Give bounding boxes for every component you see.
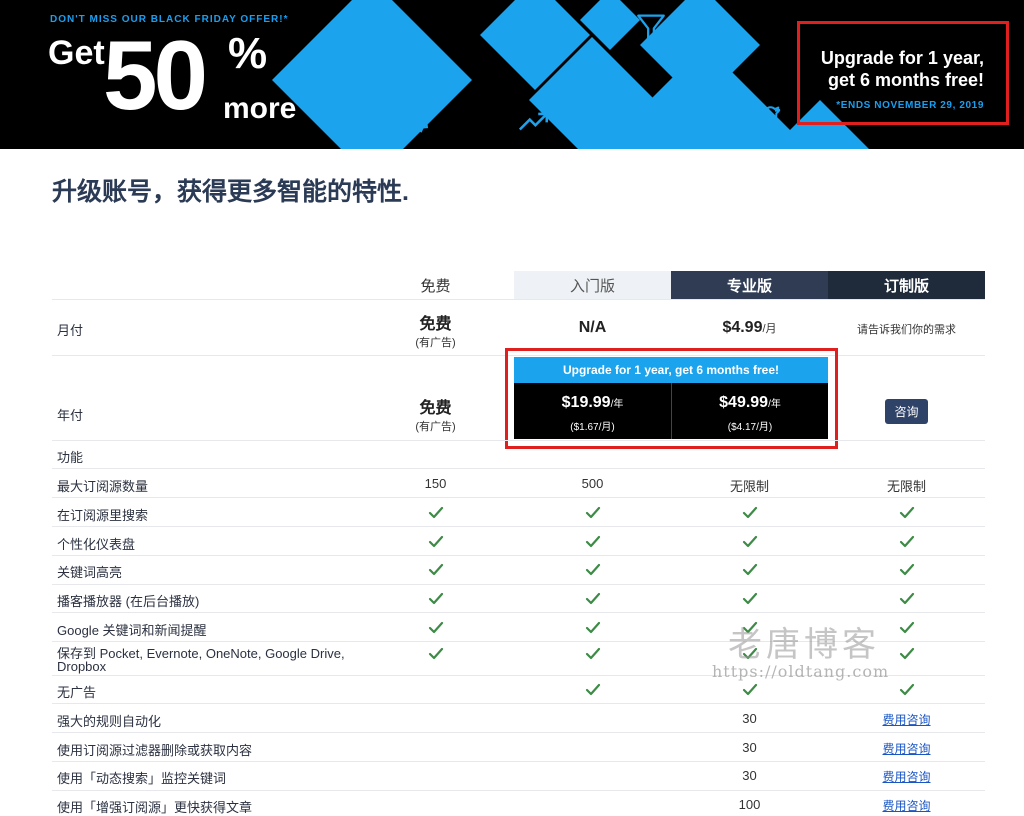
check-icon: [357, 592, 514, 606]
check-icon: [671, 506, 828, 520]
plan-header-custom: 订制版: [828, 271, 985, 299]
check-icon: [514, 563, 671, 577]
consult-button[interactable]: 咨询: [885, 399, 928, 424]
row-divider: [52, 497, 985, 498]
feature-label: 使用订阅源过滤器删除或获取内容: [57, 743, 253, 758]
feature-label: 个性化仪表盘: [57, 537, 136, 552]
row-divider: [52, 732, 985, 733]
offer-callout: Upgrade for 1 year, get 6 months free! *…: [797, 21, 1009, 125]
check-icon: [828, 535, 985, 549]
facebook-icon: [642, 102, 660, 136]
row-divider: [52, 526, 985, 527]
row-divider: [52, 299, 985, 300]
check-icon: [514, 683, 671, 697]
page-title: 升级账号，获得更多智能的特性.: [52, 178, 409, 206]
monthly-free-note: (有广告): [415, 337, 456, 349]
feature-label: 最大订阅源数量: [57, 479, 149, 494]
check-icon: [357, 535, 514, 549]
promo-percent-text: %: [228, 29, 268, 78]
feature-value: 100: [738, 797, 761, 812]
check-icon: [357, 506, 514, 520]
annual-free-price: 免费: [419, 400, 452, 417]
row-divider: [52, 790, 985, 791]
feature-label: Google 关键词和新闻提醒: [57, 623, 207, 638]
check-icon: [828, 506, 985, 520]
feature-value: 30: [742, 740, 757, 755]
feature-label: 无广告: [57, 685, 97, 700]
pricing-inquiry-link[interactable]: 费用咨询: [828, 768, 985, 785]
check-icon: [357, 563, 514, 577]
feature-value: 500: [581, 476, 604, 491]
offer-end-date: *ENDS NOVEMBER 29, 2019: [836, 100, 984, 111]
monthly-custom-text: 请告诉我们你的需求: [857, 324, 956, 336]
row-divider: [52, 468, 985, 469]
pricing-inquiry-link[interactable]: 费用咨询: [828, 711, 985, 728]
bell-icon: [521, 13, 547, 41]
monthly-pro-unit: /月: [762, 323, 777, 335]
pricing-inquiry-link[interactable]: 费用咨询: [828, 740, 985, 757]
feature-label: 播客播放器 (在后台播放): [57, 594, 200, 609]
check-icon: [671, 563, 828, 577]
check-icon: [514, 647, 671, 661]
monthly-pro-price: $4.99: [722, 319, 763, 336]
features-label: 功能: [57, 450, 84, 465]
watermark-url: https://oldtang.com: [712, 662, 890, 681]
plan-header-pro: 专业版: [671, 271, 828, 299]
monthly-starter-price: N/A: [578, 319, 607, 336]
check-icon: [828, 592, 985, 606]
pricing-inquiry-link[interactable]: 费用咨询: [828, 797, 985, 814]
feature-label: 关键词高亮: [57, 565, 123, 580]
check-icon: [514, 535, 671, 549]
offer-line-1: Upgrade for 1 year,: [820, 48, 984, 68]
gear-icon: [404, 103, 432, 133]
feature-value: 无限制: [729, 479, 769, 494]
check-icon: [828, 563, 985, 577]
row-divider: [52, 440, 985, 441]
feature-value: 150: [424, 476, 447, 491]
check-icon: [514, 592, 671, 606]
promo-banner[interactable]: DON'T MISS OUR BLACK FRIDAY OFFER!* Get …: [0, 0, 1024, 149]
check-icon: [357, 621, 514, 635]
filter-icon: [637, 14, 665, 41]
twitter-icon: [749, 106, 781, 132]
feature-label: Dropbox: [57, 659, 107, 674]
promo-get-text: Get: [48, 34, 105, 72]
check-icon: [828, 683, 985, 697]
feature-value: 30: [742, 768, 757, 783]
feature-label: 在订阅源里搜索: [57, 508, 149, 523]
feature-value: 无限制: [886, 479, 926, 494]
row-divider: [52, 584, 985, 585]
promo-more-text: more: [223, 92, 297, 125]
feature-label: 强大的规则自动化: [57, 714, 162, 729]
row-divider: [52, 703, 985, 704]
monthly-pro-price-wrap: $4.99/月: [671, 319, 828, 337]
annual-highlight-frame: [505, 348, 838, 449]
check-icon: [514, 621, 671, 635]
feature-label: 使用「动态搜索」监控关键词: [57, 771, 227, 786]
offer-line-2: get 6 months free!: [827, 70, 984, 90]
check-icon: [671, 683, 828, 697]
row-divider: [52, 555, 985, 556]
plan-header-starter: 入门版: [514, 271, 671, 299]
row-divider: [52, 761, 985, 762]
monthly-label: 月付: [57, 323, 84, 338]
row-divider: [52, 612, 985, 613]
monthly-free-price: 免费: [419, 316, 452, 333]
check-icon: [671, 535, 828, 549]
feature-value: 30: [742, 711, 757, 726]
feature-label: 使用「增强订阅源」更快获得文章: [57, 800, 253, 815]
plan-header-free: 免费: [420, 277, 451, 295]
annual-free-note: (有广告): [415, 421, 456, 433]
check-icon: [514, 506, 671, 520]
promo-fifty-text: 50: [103, 20, 208, 130]
watermark-text: 老唐博客: [728, 626, 880, 664]
check-icon: [357, 647, 514, 661]
annual-label: 年付: [57, 408, 84, 423]
check-icon: [671, 592, 828, 606]
trending-icon: [518, 112, 549, 131]
